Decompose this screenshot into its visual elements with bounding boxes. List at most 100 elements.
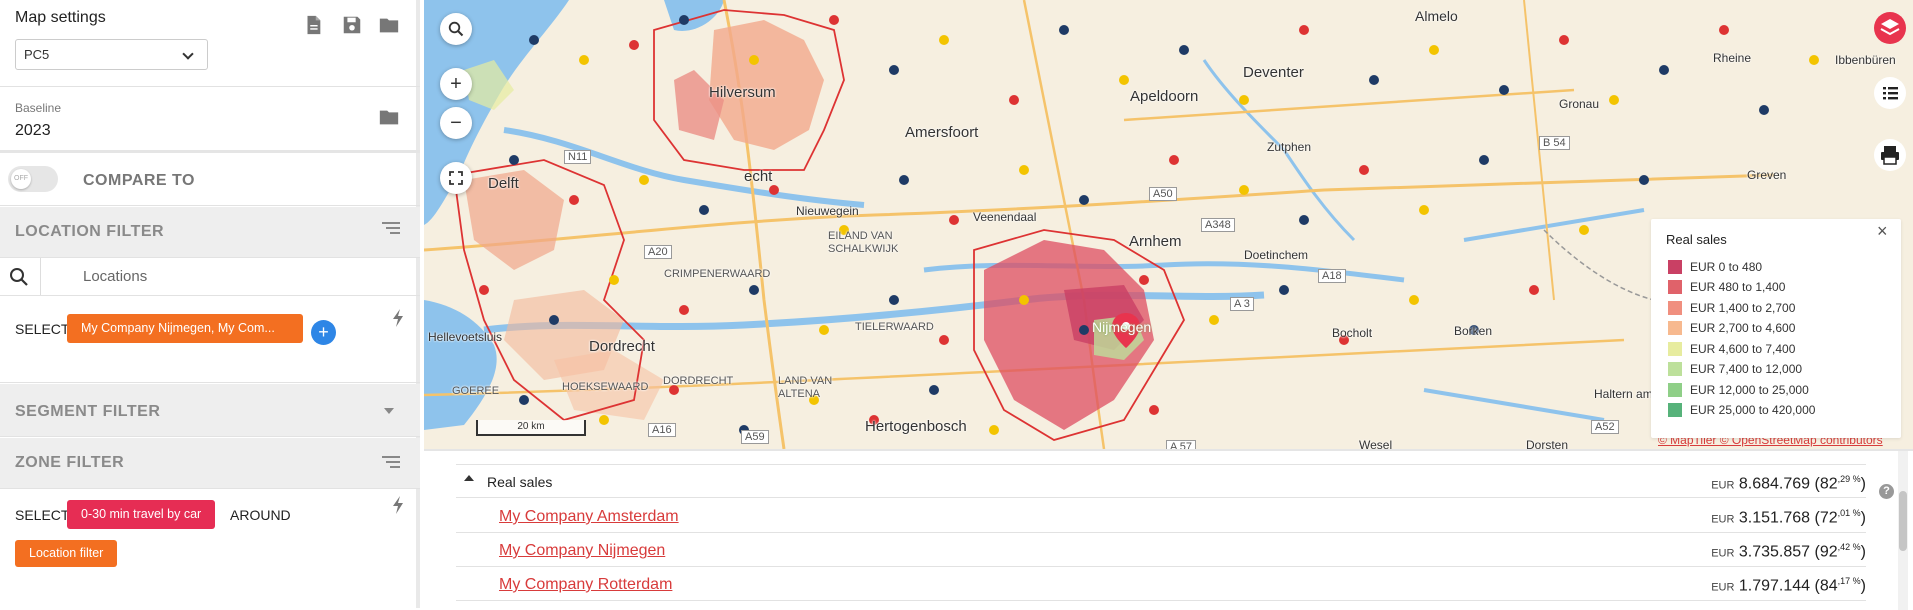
layers-icon [1874, 12, 1906, 44]
location-filter-button[interactable]: Location filter [15, 540, 118, 567]
region-label: GOEREE [452, 385, 500, 397]
layers-button[interactable] [1873, 11, 1907, 45]
location-link[interactable]: My Company Amsterdam [499, 508, 679, 526]
table-row: My Company Nijmegen EUR 3.735.857 (92,42… [456, 533, 1866, 567]
city-label: Delft [488, 175, 519, 192]
city-label: Arnhem [1129, 233, 1182, 250]
compare-section: OFF COMPARE TO [0, 156, 420, 206]
selected-locations-chip[interactable]: My Company Nijmegen, My Com... [67, 314, 303, 343]
scrollbar-thumb[interactable] [1899, 491, 1907, 551]
percentage-close: ) [1860, 577, 1866, 595]
road-shield: N11 [564, 150, 592, 164]
city-label: Borken [1454, 324, 1493, 338]
new-document-icon[interactable] [302, 14, 324, 36]
row-amount: EUR 1.797.144 (84,17 %) [1711, 576, 1866, 595]
amount: 8.684.769 [1738, 475, 1811, 493]
zone-select-row: SELECT 0-30 min travel by car AROUND Loc… [0, 490, 420, 608]
search-icon [448, 21, 464, 37]
sort-lines-icon[interactable] [382, 456, 400, 468]
baseline-value: 2023 [15, 122, 51, 139]
legend-item: EUR 12,000 to 25,000 [1668, 380, 1888, 400]
city-label: Haltern am [1594, 387, 1653, 401]
results-panel: Real sales EUR 8.684.769 (82,29 %) ? My … [424, 449, 1913, 610]
city-label: echt [744, 168, 773, 185]
legend-title: Real sales [1666, 232, 1727, 247]
location-filter-header[interactable]: LOCATION FILTER [0, 207, 420, 258]
percentage-decimals: ,17 % [1837, 576, 1861, 586]
percentage: (84 [1814, 577, 1838, 595]
currency: EUR [1711, 547, 1735, 560]
legend-swatch [1668, 280, 1682, 294]
level-select[interactable]: PC5 [15, 39, 208, 70]
percentage-close: ) [1860, 543, 1866, 561]
percentage: (72 [1814, 509, 1838, 527]
caret-down-icon[interactable] [384, 408, 394, 414]
percentage-decimals: ,29 % [1837, 474, 1861, 484]
currency: EUR [1711, 581, 1735, 594]
map-legend: Real sales × EUR 0 to 480 EUR 480 to 1,4… [1651, 219, 1901, 438]
map-search-button[interactable] [440, 13, 472, 45]
region-label: EILAND VAN SCHALKWIJK [828, 230, 899, 255]
currency: EUR [1711, 513, 1735, 526]
city-label: Wesel [1359, 438, 1393, 449]
legend-item-label: EUR 4,600 to 7,400 [1690, 342, 1796, 356]
legend-swatch [1668, 403, 1682, 417]
around-keyword: AROUND [230, 507, 291, 523]
location-search [0, 258, 420, 296]
legend-item: EUR 4,600 to 7,400 [1668, 339, 1888, 359]
road-shield: A50 [1149, 187, 1177, 201]
add-location-button[interactable]: + [311, 320, 336, 345]
legend-swatch [1668, 301, 1682, 315]
baseline-folder-icon[interactable] [378, 106, 400, 128]
print-icon [1874, 139, 1906, 171]
city-label: Greven [1747, 168, 1787, 182]
compare-label: COMPARE TO [83, 172, 195, 189]
location-link[interactable]: My Company Rotterdam [499, 576, 672, 594]
results-scrollbar[interactable] [1898, 451, 1908, 610]
percentage-decimals: ,42 % [1837, 542, 1861, 552]
city-label: Nijmegen [1092, 319, 1152, 335]
region-label: DORDRECHT [663, 375, 734, 387]
caret-up-icon[interactable] [464, 475, 474, 481]
city-label: Nieuwegein [796, 204, 859, 218]
segment-filter-header[interactable]: SEGMENT FILTER [0, 384, 420, 437]
city-label: Deventer [1243, 64, 1304, 81]
road-shield: A 57 [1166, 440, 1197, 449]
row-amount: EUR 3.735.857 (92,42 %) [1711, 542, 1866, 561]
travel-time-chip[interactable]: 0-30 min travel by car [67, 500, 216, 529]
list-button[interactable] [1873, 76, 1907, 110]
road-shield: A52 [1591, 420, 1619, 434]
legend-item: EUR 7,400 to 12,000 [1668, 359, 1888, 379]
city-label: Dordrecht [589, 338, 655, 355]
fullscreen-button[interactable] [440, 162, 472, 194]
location-select-row: SELECT My Company Nijmegen, My Com... [0, 297, 420, 383]
locations-input[interactable] [40, 258, 420, 295]
city-label: Amersfoort [905, 124, 979, 141]
city-label: Veenendaal [973, 210, 1037, 224]
lightning-icon[interactable] [391, 309, 405, 327]
zoom-in-button[interactable]: + [440, 68, 472, 100]
zone-filter-header[interactable]: ZONE FILTER [0, 438, 420, 489]
road-shield: A 3 [1230, 297, 1254, 311]
results-header-row[interactable]: Real sales EUR 8.684.769 (82,29 %) ? [456, 464, 1894, 499]
folder-icon[interactable] [378, 14, 400, 36]
map-scale: 20 km [476, 420, 586, 436]
city-label: Zutphen [1267, 140, 1312, 154]
lightning-icon[interactable] [391, 496, 405, 514]
close-icon[interactable]: × [1877, 221, 1888, 242]
table-row: My Company Amsterdam EUR 3.151.768 (72,0… [456, 499, 1866, 533]
city-label: Almelo [1415, 8, 1458, 24]
location-link[interactable]: My Company Nijmegen [499, 542, 665, 560]
print-button[interactable] [1873, 138, 1907, 172]
city-label: Apeldoorn [1130, 88, 1199, 105]
zoom-out-button[interactable]: − [440, 107, 472, 139]
road-shield: A20 [644, 245, 672, 259]
sort-lines-icon[interactable] [382, 222, 400, 234]
compare-toggle[interactable]: OFF [8, 166, 58, 192]
map-settings-section: Map settings PC5 [0, 0, 420, 87]
city-label: Bocholt [1332, 326, 1373, 340]
list-icon [1874, 77, 1906, 109]
legend-item: EUR 0 to 480 [1668, 257, 1888, 277]
help-icon[interactable]: ? [1879, 484, 1894, 499]
save-icon[interactable] [341, 14, 363, 36]
